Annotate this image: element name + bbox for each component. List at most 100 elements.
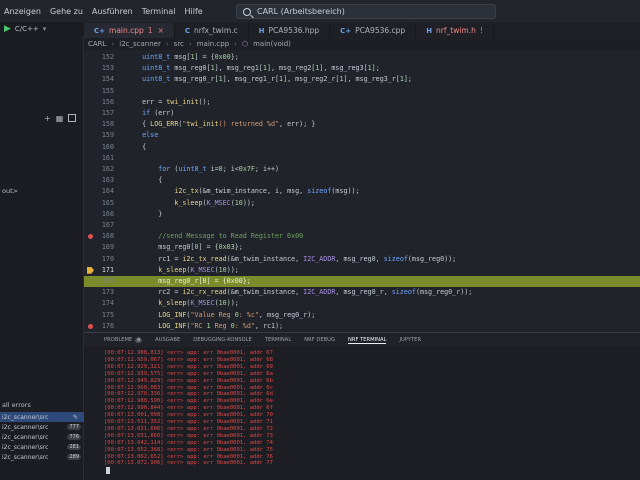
sidebar-tools: + ▦ bbox=[44, 114, 77, 123]
code-text: { LOG_ERR("twi_init() returned %d", err)… bbox=[126, 120, 316, 129]
tab-pca9536-cpp[interactable]: C+ PCA9536.cpp bbox=[330, 23, 417, 38]
menu-gehe-zu[interactable]: Gehe zu bbox=[50, 7, 83, 16]
code-text: err = twi_init(); bbox=[126, 97, 211, 106]
sidebar-error-list: i2c_scanner\src ✎ i2c_scanner\src 777 i2… bbox=[0, 412, 84, 462]
line-number: 155 bbox=[101, 86, 114, 95]
menu-ausfuehren[interactable]: Ausführen bbox=[92, 7, 133, 16]
line-number: 158 bbox=[101, 120, 114, 129]
list-item[interactable]: i2c_scanner\src 289 bbox=[0, 452, 84, 462]
tab-jupyter[interactable]: JUPYTER bbox=[399, 337, 421, 343]
code-text: else bbox=[142, 131, 159, 140]
code-line[interactable]: 173 rc2 = i2c_rx_read(&m_twim_instance, … bbox=[84, 287, 640, 298]
code-line[interactable]: 172 msg_reg0_r[0] = {0x00}; bbox=[84, 276, 640, 288]
code-line[interactable]: 155 bbox=[84, 86, 640, 97]
line-number: 174 bbox=[101, 299, 114, 308]
list-item[interactable]: i2c_scanner\src 776 bbox=[0, 432, 84, 442]
code-line[interactable]: 164 i2c_tx(&m_twim_instance, i, msg, siz… bbox=[84, 186, 640, 197]
code-line[interactable]: 176 LOG_INF("RC 1 Reg 0: %d", rc1); bbox=[84, 321, 640, 332]
tab-pca9536-hpp[interactable]: H PCA9536.hpp bbox=[249, 23, 331, 38]
code-line[interactable]: 167 bbox=[84, 220, 640, 231]
tab-terminal[interactable]: TERMINAL bbox=[265, 337, 291, 343]
run-icon[interactable]: ▶ bbox=[4, 24, 11, 34]
breadcrumb-item[interactable]: main.cpp bbox=[197, 40, 229, 48]
c-file-icon: C bbox=[184, 26, 191, 35]
search-icon bbox=[243, 7, 251, 16]
menu-terminal[interactable]: Terminal bbox=[142, 7, 176, 16]
code-line[interactable]: 156 err = twi_init(); bbox=[84, 97, 640, 108]
code-line[interactable]: 170 rc1 = i2c_tx_read(&m_twim_instance, … bbox=[84, 254, 640, 265]
code-line[interactable]: 152 uint8_t msg[1] = {0x00}; bbox=[84, 52, 640, 63]
bottom-panel: PROBLEME 8 AUSGABE DEBUGGING-KONSOLE TER… bbox=[84, 332, 640, 480]
code-line[interactable]: 168 //send Message to Read Register 0x00 bbox=[84, 231, 640, 242]
list-item[interactable]: i2c_scanner\src ✎ bbox=[0, 412, 84, 422]
command-center-search[interactable]: CARL (Arbeitsbereich) bbox=[236, 4, 496, 19]
code-line[interactable]: 161 bbox=[84, 153, 640, 164]
code-text: i2c_tx(&m_twim_instance, i, msg, sizeof(… bbox=[174, 187, 360, 196]
code-text: for (uint8_t i=0; i<0x7F; i++) bbox=[158, 165, 280, 173]
line-number: 159 bbox=[101, 131, 114, 140]
breakpoint-icon[interactable] bbox=[88, 323, 93, 329]
code-text: uint8_t msg[1] = {0x00}; bbox=[142, 53, 239, 61]
menu-hilfe[interactable]: Hilfe bbox=[185, 7, 203, 16]
code-text: rc2 = i2c_rx_read(&m_twim_instance, I2C_… bbox=[126, 288, 473, 297]
code-line[interactable]: 157 if (err) bbox=[84, 108, 640, 119]
count-badge: 776 bbox=[67, 434, 81, 440]
tab-nrf-terminal[interactable]: NRF TERMINAL bbox=[347, 337, 387, 344]
breadcrumb-item[interactable]: i2c_scanner bbox=[119, 40, 161, 48]
code-line[interactable]: 165 k_sleep(K_MSEC(10)); bbox=[84, 198, 640, 209]
edit-icon[interactable]: ✎ bbox=[73, 414, 78, 421]
list-item[interactable]: i2c_scanner\src 281 bbox=[0, 442, 84, 452]
code-line[interactable]: 175 LOG_INF("Value Reg 0: %c", msg_reg0_… bbox=[84, 310, 640, 321]
code-line[interactable]: 163 { bbox=[84, 175, 640, 186]
tab-nrfx-twim-c[interactable]: C nrfx_twim.c bbox=[175, 23, 249, 38]
line-number: 154 bbox=[101, 75, 114, 84]
code-line[interactable]: 166 } bbox=[84, 209, 640, 220]
grid-icon[interactable]: ▦ bbox=[56, 114, 64, 123]
line-number: 153 bbox=[101, 64, 114, 73]
code-line[interactable]: 158 { LOG_ERR("twi_init() returned %d", … bbox=[84, 119, 640, 130]
count-badge: 281 bbox=[67, 444, 81, 450]
tab-probleme[interactable]: PROBLEME 8 bbox=[104, 337, 143, 343]
line-number: 175 bbox=[101, 310, 114, 319]
tab-main-cpp[interactable]: C+ main.cpp 1 × bbox=[84, 23, 175, 38]
code-text: } bbox=[126, 209, 163, 218]
breadcrumb-item[interactable]: src bbox=[174, 40, 184, 48]
language-selector[interactable]: C/C++ bbox=[15, 25, 39, 33]
code-line[interactable]: 154 uint8_t msg_reg0_r[1], msg_reg1_r[1]… bbox=[84, 74, 640, 85]
add-icon[interactable]: + bbox=[44, 114, 51, 123]
tab-nrf-twim-h[interactable]: H nrf_twim.h ! bbox=[416, 23, 494, 38]
code-line[interactable]: 169 msg_reg0[0] = {0x03}; bbox=[84, 242, 640, 253]
code-line[interactable]: 162 for (uint8_t i=0; i<0x7F; i++) bbox=[84, 164, 640, 175]
chevron-down-icon[interactable]: ▾ bbox=[43, 25, 47, 33]
list-item[interactable]: i2c_scanner\src 777 bbox=[0, 422, 84, 432]
breadcrumb-item[interactable]: main(void) bbox=[253, 40, 291, 48]
menu-anzeigen[interactable]: Anzeigen bbox=[4, 7, 41, 16]
tab-ausgabe[interactable]: AUSGABE bbox=[155, 337, 180, 343]
run-toolbar: ▶ C/C++ ▾ bbox=[0, 22, 88, 36]
line-number: 160 bbox=[101, 142, 114, 151]
tab-nrf-debug[interactable]: NRF DEBUG bbox=[304, 337, 335, 343]
code-line[interactable]: 174 k_sleep(K_MSEC(10)); bbox=[84, 298, 640, 309]
breadcrumb-item[interactable]: CARL bbox=[88, 40, 106, 48]
line-number: 166 bbox=[101, 209, 114, 218]
cpp-file-icon: C+ bbox=[340, 26, 352, 35]
code-text: uint8_t msg_reg0_r[1], msg_reg1_r[1], ms… bbox=[142, 75, 412, 84]
line-number: 173 bbox=[101, 288, 114, 297]
count-badge: 777 bbox=[67, 424, 81, 430]
code-line[interactable]: 160 { bbox=[84, 142, 640, 153]
code-text: k_sleep(K_MSEC(10)); bbox=[158, 265, 239, 274]
line-number: 164 bbox=[101, 187, 114, 196]
sidebar-label-all-errors: all errors bbox=[2, 401, 31, 409]
tab-debugging-konsole[interactable]: DEBUGGING-KONSOLE bbox=[193, 337, 252, 343]
code-text: k_sleep(K_MSEC(10)); bbox=[174, 198, 255, 207]
code-line[interactable]: 159 else bbox=[84, 130, 640, 141]
close-icon[interactable]: × bbox=[158, 26, 164, 35]
editor-tab-bar: C+ main.cpp 1 × C nrfx_twim.c H PCA9536.… bbox=[84, 22, 640, 38]
code-text: { bbox=[126, 176, 163, 185]
code-line[interactable]: 171 k_sleep(K_MSEC(10)); bbox=[84, 265, 640, 276]
workspace-name: CARL (Arbeitsbereich) bbox=[257, 7, 345, 16]
code-text: if (err) bbox=[142, 109, 175, 117]
code-line[interactable]: 153 uint8_t msg_reg0[1], msg_reg1[1], ms… bbox=[84, 63, 640, 74]
code-editor[interactable]: 152 uint8_t msg[1] = {0x00}; 153 uint8_t … bbox=[84, 50, 640, 332]
collapse-icon[interactable] bbox=[68, 114, 77, 122]
